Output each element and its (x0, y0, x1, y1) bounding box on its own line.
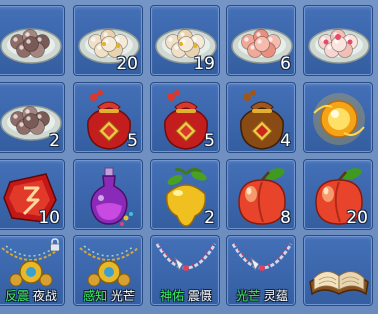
inventory-slot[interactable]: 20 (73, 5, 143, 76)
item-count: 4 (280, 131, 291, 151)
item-count: 19 (193, 54, 215, 74)
flower-dumplings-plate-icon (308, 28, 370, 64)
special-effect-tag: 灵蕴 (263, 289, 288, 303)
item-count: 5 (127, 131, 138, 151)
item-special-tags: 反震 夜战 (0, 289, 64, 303)
inventory-slot[interactable]: 光芒 灵蕴 (226, 235, 296, 306)
inventory-slot[interactable]: 5 (150, 82, 220, 153)
inventory-slot[interactable] (73, 159, 143, 230)
special-effect-tag: 光芒 (110, 289, 135, 303)
special-skill-tag: 光芒 (236, 289, 261, 303)
item-count: 20 (116, 54, 138, 74)
inventory-slot[interactable] (0, 5, 65, 76)
item-count: 2 (204, 208, 215, 228)
inventory-slot[interactable]: 反震 夜战 (0, 235, 65, 306)
item-special-tags: 感知 光芒 (74, 289, 142, 303)
special-effect-tag: 震慑 (187, 289, 212, 303)
inventory-slot[interactable]: 2 (150, 159, 220, 230)
item-count: 10 (38, 208, 60, 228)
item-count: 8 (280, 208, 291, 228)
inventory-slot[interactable] (303, 82, 373, 153)
inventory-slot[interactable]: 10 (0, 159, 65, 230)
inventory-slot[interactable]: 19 (150, 5, 220, 76)
inventory-slot[interactable] (303, 235, 373, 306)
special-skill-tag: 反震 (5, 289, 30, 303)
item-special-tags: 神佑 震慑 (151, 289, 219, 303)
inventory-slot[interactable] (303, 5, 373, 76)
lock-icon (50, 238, 60, 252)
special-skill-tag: 感知 (83, 289, 108, 303)
golden-orb-icon (313, 93, 365, 145)
open-book-icon (309, 271, 369, 296)
inventory-slot[interactable]: 4 (226, 82, 296, 153)
inventory-slot[interactable]: 8 (226, 159, 296, 230)
item-count: 20 (346, 208, 368, 228)
item-count: 5 (204, 131, 215, 151)
inventory-slot[interactable]: 神佑 震慑 (150, 235, 220, 306)
inventory-grid: 20 19 6 2 5 5 4 10 2 8 20 反震 夜战 感知 光芒 神佑 震慑 光芒 灵蕴 (0, 0, 378, 314)
dumplings-plate-icon (0, 28, 62, 64)
inventory-slot[interactable]: 5 (73, 82, 143, 153)
item-count: 6 (280, 54, 291, 74)
inventory-slot[interactable]: 感知 光芒 (73, 235, 143, 306)
inventory-slot[interactable]: 20 (303, 159, 373, 230)
item-special-tags: 光芒 灵蕴 (227, 289, 295, 303)
inventory-slot[interactable]: 6 (226, 5, 296, 76)
inventory-slot[interactable]: 2 (0, 82, 65, 153)
purple-potion-bottle-icon (90, 167, 133, 226)
special-skill-tag: 神佑 (160, 289, 185, 303)
item-count: 2 (49, 131, 60, 151)
special-effect-tag: 夜战 (32, 289, 57, 303)
